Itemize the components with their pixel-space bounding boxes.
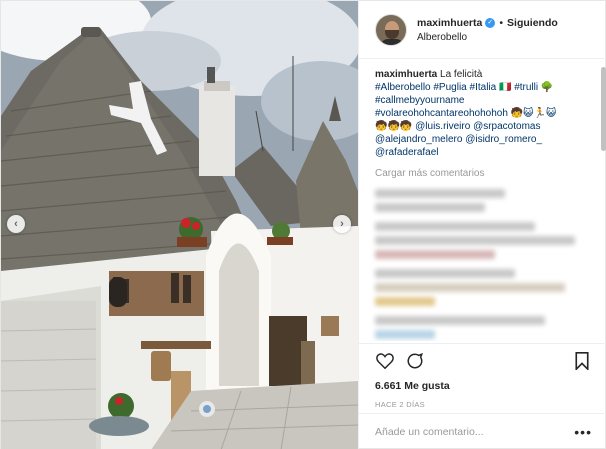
post-sidebar: maximhuerta ✓ • Siguiendo Alberobello ma…: [358, 1, 606, 449]
carousel-prev-button[interactable]: ‹: [7, 215, 25, 233]
caption-line-hashtags[interactable]: #Alberobello #Puglia #Italia 🇮🇹 #trulli …: [375, 81, 592, 94]
blurred-comment: [375, 189, 592, 212]
more-options-icon[interactable]: •••: [574, 424, 592, 440]
caption-line-mentions-3[interactable]: @rafaderafael: [375, 146, 592, 159]
post-timestamp[interactable]: HACE 2 DÍAS: [375, 400, 592, 409]
blurred-comment: [375, 222, 592, 259]
load-more-comments-button[interactable]: Cargar más comentarios: [375, 168, 592, 179]
verified-badge-icon: ✓: [485, 17, 496, 28]
post-actions: 6.661 Me gusta HACE 2 DÍAS: [359, 343, 606, 409]
comments-scrollbar[interactable]: [601, 67, 606, 151]
post-header: maximhuerta ✓ • Siguiendo Alberobello: [359, 1, 606, 59]
location-link[interactable]: Alberobello: [417, 32, 558, 43]
avatar[interactable]: [375, 13, 407, 46]
caption-line-hashtag-movie[interactable]: #callmebyyourname: [375, 94, 592, 107]
carousel-next-button[interactable]: ›: [333, 215, 351, 233]
post-caption: maximhuerta La felicità #Alberobello #Pu…: [375, 68, 592, 159]
trulli-photo-illustration: [1, 1, 358, 449]
comment-icon[interactable]: [405, 351, 425, 371]
caption-line-hashtag-song[interactable]: #volareohohcantareohohohoh 🧒😺🏃😺: [375, 107, 592, 120]
blurred-comment: [375, 316, 592, 339]
caption-username[interactable]: maximhuerta: [375, 69, 437, 80]
caption-line-mentions-1[interactable]: 🧒🧒🧒 @luis.riveiro @srpacotomas: [375, 120, 592, 133]
bookmark-icon[interactable]: [572, 351, 592, 371]
caption-title: La felicità: [440, 69, 483, 80]
post-photo[interactable]: ‹ ›: [1, 1, 358, 449]
blurred-comment: [375, 269, 592, 306]
comment-input[interactable]: [375, 426, 575, 438]
heart-icon[interactable]: [375, 351, 395, 371]
add-comment-bar: •••: [359, 413, 606, 449]
following-button[interactable]: Siguiendo: [507, 17, 558, 29]
likes-count[interactable]: 6.661 Me gusta: [375, 380, 592, 392]
caption-line-mentions-2[interactable]: @alejandro_melero @isidro_romero_: [375, 133, 592, 146]
header-separator: •: [499, 16, 504, 29]
header-username[interactable]: maximhuerta: [417, 17, 482, 29]
comments-section: maximhuerta La felicità #Alberobello #Pu…: [359, 60, 606, 341]
post-dialog: ‹ › maximhuerta ✓ • Siguiendo Alberobell…: [0, 0, 606, 449]
chevron-right-icon: ›: [340, 218, 344, 230]
chevron-left-icon: ‹: [14, 218, 18, 230]
